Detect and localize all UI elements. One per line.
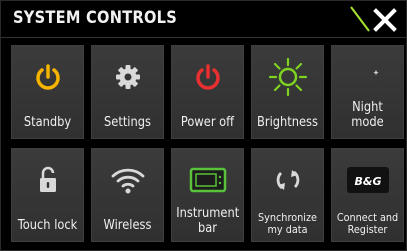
brightness-label: Brightness (257, 115, 318, 130)
synchronize-label-line2: my data (267, 223, 308, 236)
padlock-icon (12, 159, 83, 201)
wireless-label: Wireless (103, 218, 152, 233)
instrument-bar-icon (172, 159, 243, 201)
synchronize-label: Synchronize my data (256, 212, 318, 236)
slash-accent-icon (350, 6, 370, 32)
connect-register-label-line2: Register (347, 223, 388, 236)
wifi-icon (92, 159, 163, 201)
wireless-button[interactable]: Wireless (91, 148, 164, 242)
power-off-button[interactable]: Power off (171, 45, 244, 139)
close-icon[interactable] (372, 7, 398, 33)
moon-icon (332, 56, 403, 98)
night-mode-label: Night mode (351, 100, 384, 130)
svg-text:B&G: B&G (354, 175, 381, 188)
standby-button[interactable]: Standby (11, 45, 84, 139)
gear-icon (92, 56, 163, 98)
touch-lock-button[interactable]: Touch lock (11, 148, 84, 242)
touch-lock-label: Touch lock (17, 218, 78, 233)
settings-button[interactable]: Settings (91, 45, 164, 139)
instrument-bar-label-line1: Instrument (176, 206, 240, 221)
bg-logo: B&G (332, 159, 403, 201)
power-off-label: Power off (180, 115, 235, 130)
settings-label: Settings (104, 115, 151, 130)
system-controls-dialog: SYSTEM CONTROLS Standby Settings Power o… (0, 0, 407, 251)
power-icon (12, 56, 83, 98)
instrument-bar-button[interactable]: Instrument bar (171, 148, 244, 242)
power-icon (172, 56, 243, 98)
dialog-title: SYSTEM CONTROLS (13, 8, 178, 28)
synchronize-button[interactable]: Synchronize my data (251, 148, 324, 242)
sun-icon (252, 56, 323, 98)
night-mode-button[interactable]: Night mode (331, 45, 404, 139)
brightness-button[interactable]: Brightness (251, 45, 324, 139)
controls-grid: Standby Settings Power off Brightness Ni… (11, 45, 404, 245)
sync-icon (252, 159, 323, 201)
connect-register-label: Connect and Register (336, 212, 398, 236)
dialog-header: SYSTEM CONTROLS (1, 1, 406, 38)
instrument-bar-label: Instrument bar (176, 206, 240, 236)
instrument-bar-label-line2: bar (197, 221, 217, 236)
standby-label: Standby (23, 115, 72, 130)
connect-register-button[interactable]: B&G Connect and Register (331, 148, 404, 242)
